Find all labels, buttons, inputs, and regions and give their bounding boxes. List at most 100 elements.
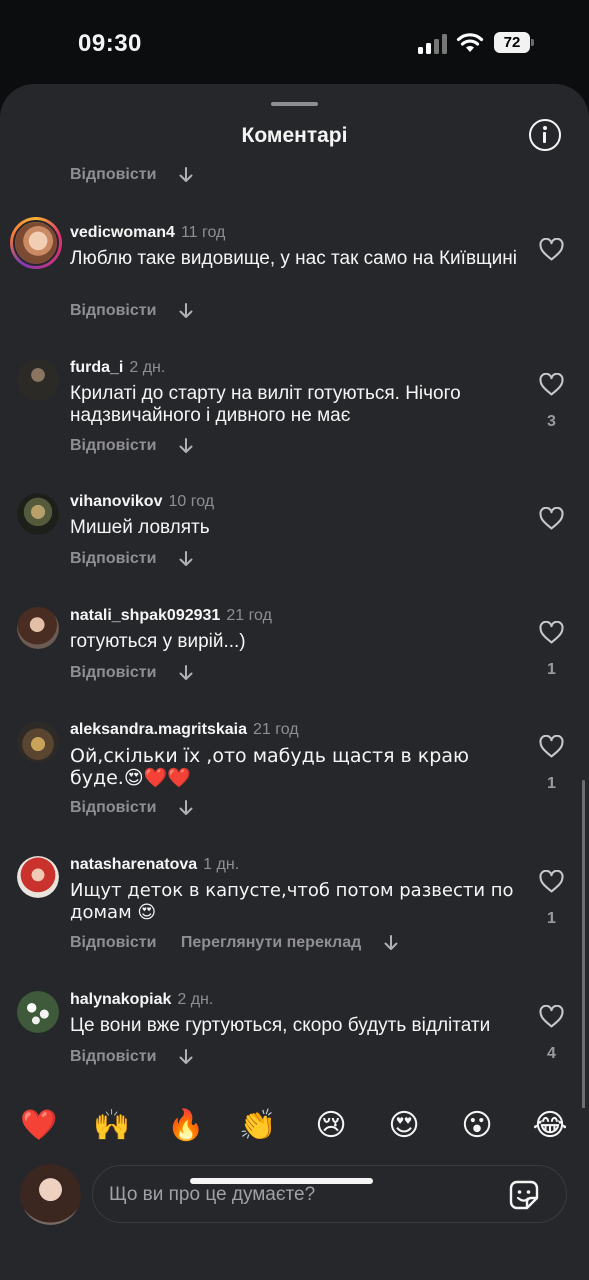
comment-text: Мишей ловлять [70,517,210,538]
comment-text: Ой,скільки їх ,ото мабудь щастя в краю б… [70,745,469,789]
comments-sheet: Коментарі Відповісти vedicwoman4 11 год Л… [0,84,589,1280]
comment-username[interactable]: natasharenatova [70,856,197,873]
heart-outline-icon[interactable] [539,238,564,261]
reply-button[interactable]: Відповісти [70,664,156,682]
reply-button[interactable]: Відповісти [70,302,156,320]
comment-header: natali_shpak092931 21 год [70,607,272,625]
arrow-down-icon[interactable] [179,167,193,183]
status-time: 09:30 [78,30,142,57]
wifi-icon [456,33,484,52]
comment-item: vihanovikov 10 год Мишей ловлять Відповіс… [0,493,589,583]
comment-username[interactable]: furda_i [70,359,123,376]
comment-time: 21 год [253,721,299,738]
comment-username[interactable]: vihanovikov [70,493,162,510]
comment-username[interactable]: natali_shpak092931 [70,607,220,624]
comment-actions: Відповісти [70,166,193,184]
heart-outline-icon[interactable] [539,735,564,758]
comment-header: furda_i 2 дн. [70,359,165,377]
comment-username[interactable]: halynakopiak [70,991,171,1008]
arrow-down-icon[interactable] [179,303,193,319]
comment-actions: Відповісти [70,1048,193,1066]
heart-emoji-reaction[interactable]: ❤️ [19,1106,59,1146]
heart-outline-icon[interactable] [539,1005,564,1028]
see-translation-button[interactable]: Переглянути переклад [181,934,361,952]
comment-actions: Відповісти [70,664,193,682]
comment-header: halynakopiak 2 дн. [70,991,213,1009]
comment-text: Ищут деток в капусте,чтоб потом развести… [70,880,514,923]
arrow-down-icon[interactable] [384,935,398,951]
avatar[interactable] [17,607,59,649]
comment-item: halynakopiak 2 дн. Це вони вже гуртуються… [0,991,589,1081]
avatar[interactable] [17,991,59,1033]
comment-actions: Відповісти [70,302,193,320]
comment-time: 10 год [168,493,215,510]
comment-time: 21 год [226,607,272,624]
comment-input-placeholder: Що ви про це думаєте? [109,1184,316,1205]
comment-item: natasharenatova 1 дн. Ищут деток в капуст… [0,856,589,966]
avatar[interactable] [10,217,62,269]
laughing-emoji-reaction[interactable]: 😂 [530,1106,570,1146]
like-count: 1 [547,910,556,927]
avatar[interactable] [17,856,59,898]
arrow-down-icon[interactable] [179,665,193,681]
like-count: 1 [547,661,556,678]
comment-text: Люблю таке видовище, у нас так само на К… [70,248,517,269]
heart-outline-icon[interactable] [539,870,564,893]
surprised-emoji-reaction[interactable]: 😮 [457,1106,497,1146]
heart-outline-icon[interactable] [539,373,564,396]
comment-time: 2 дн. [177,991,214,1008]
comment-text: Крилаті до старту на виліт готуються. Ні… [70,383,461,426]
reply-button[interactable]: Відповісти [70,437,156,455]
like-count: 4 [547,1045,556,1062]
comment-time: 11 год [180,224,226,241]
reply-button[interactable]: Відповісти [70,799,156,817]
comment-item: vedicwoman4 11 год Люблю таке видовище, у… [0,217,589,334]
like-count: 1 [547,775,556,792]
comment-text: Це вони вже гуртуються, скоро будуть від… [70,1015,491,1036]
comment-header: vedicwoman4 11 год [70,224,225,242]
comment-item: natali_shpak092931 21 год готуються у вир… [0,607,589,697]
scrollbar[interactable] [582,780,585,1108]
heart-outline-icon[interactable] [539,507,564,530]
crying-emoji-reaction[interactable]: 😢 [311,1106,351,1146]
quick-reactions-bar: ❤️ 🙌 🔥 👏 😢 😍 😮 😂 [0,1106,589,1150]
reply-button[interactable]: Відповісти [70,1048,156,1066]
comment-input[interactable]: Що ви про це думаєте? [92,1165,567,1223]
arrow-down-icon[interactable] [179,1049,193,1065]
raising-hands-emoji-reaction[interactable]: 🙌 [92,1106,132,1146]
comment-time: 1 дн. [203,856,240,873]
like-count: 3 [547,413,556,430]
clapping-emoji-reaction[interactable]: 👏 [238,1106,278,1146]
comments-list[interactable]: Відповісти vedicwoman4 11 год Люблю таке … [0,160,589,1108]
cellular-signal-icon [418,34,448,54]
reply-button[interactable]: Відповісти [70,166,156,184]
home-indicator [190,1178,373,1184]
sticker-icon[interactable] [508,1179,540,1211]
battery-level: 72 [494,32,530,53]
heart-outline-icon[interactable] [539,621,564,644]
comment-item: furda_i 2 дн. Крилаті до старту на виліт … [0,359,589,469]
info-icon[interactable] [529,119,561,151]
battery-icon: 72 [494,32,534,53]
reply-button[interactable]: Відповісти [70,550,156,568]
comment-username[interactable]: aleksandra.magritskaia [70,721,247,738]
avatar[interactable] [17,721,59,763]
sheet-grabber[interactable] [271,102,318,106]
comment-actions: Відповісти [70,550,193,568]
reply-button[interactable]: Відповісти [70,934,156,952]
arrow-down-icon[interactable] [179,551,193,567]
comment-actions: Відповісти [70,799,193,817]
comment-text: готуються у вирій...) [70,631,246,652]
comment-header: natasharenatova 1 дн. [70,856,239,874]
current-user-avatar [20,1164,81,1225]
comment-actions: Відповісти [70,437,193,455]
avatar[interactable] [17,359,59,401]
fire-emoji-reaction[interactable]: 🔥 [166,1106,206,1146]
comment-composer: Що ви про це думаєте? [0,1162,589,1232]
avatar[interactable] [17,493,59,535]
comment-actions: Відповісти Переглянути переклад [70,934,398,952]
arrow-down-icon[interactable] [179,800,193,816]
comment-username[interactable]: vedicwoman4 [70,224,175,241]
arrow-down-icon[interactable] [179,438,193,454]
heart-eyes-emoji-reaction[interactable]: 😍 [384,1106,424,1146]
